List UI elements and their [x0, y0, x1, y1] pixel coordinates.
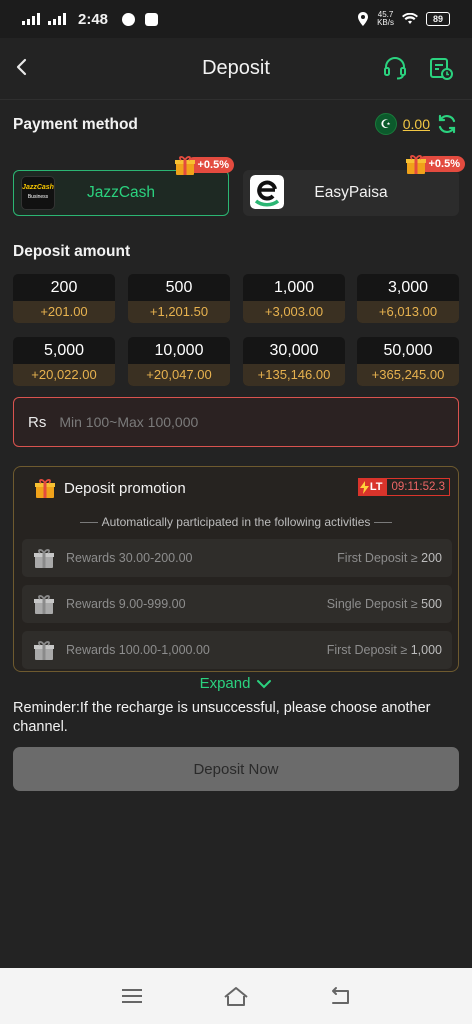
system-navigation-bar [0, 968, 472, 1024]
chevron-down-icon [257, 679, 272, 688]
promotion-row[interactable]: Rewards 100.00-1,000.00 First Deposit ≥ … [22, 631, 452, 669]
limited-time-tag: LT [357, 478, 387, 496]
location-icon [358, 12, 369, 26]
back-arrow-icon[interactable] [10, 54, 36, 80]
promotion-timer: LT 09:11:52.3 [357, 478, 450, 496]
reward-text: Rewards 30.00-200.00 [66, 551, 193, 565]
condition-text: First Deposit ≥ 1,000 [326, 643, 442, 657]
gift-icon [34, 595, 54, 614]
amount-option[interactable]: 3,000 +6,013.00 [357, 274, 459, 323]
bonus-badge: +0.5% [405, 153, 465, 175]
promotion-subtitle: Automatically participated in the follow… [14, 515, 458, 529]
amount-input[interactable] [59, 414, 420, 430]
reminder-text: Reminder:If the recharge is unsuccessful… [13, 700, 431, 735]
gift-icon [34, 549, 54, 568]
balance-display: ☪ 0.00 [374, 113, 458, 135]
menu-icon[interactable] [119, 983, 145, 1009]
gift-icon [174, 156, 195, 175]
amount-option[interactable]: 10,000 +20,047.00 [128, 337, 230, 386]
home-icon[interactable] [223, 983, 249, 1009]
amount-option[interactable]: 200 +201.00 [13, 274, 115, 323]
balance-value[interactable]: 0.00 [403, 116, 430, 132]
deposit-history-icon[interactable] [428, 55, 454, 81]
promotion-row[interactable]: Rewards 9.00-999.00 Single Deposit ≥ 500 [22, 585, 452, 623]
status-time: 2:48 [78, 10, 109, 28]
app-header: Deposit [0, 38, 472, 100]
amount-option[interactable]: 50,000 +365,245.00 [357, 337, 459, 386]
promotion-title: Deposit promotion [64, 479, 186, 497]
pakistan-flag-icon: ☪ [374, 113, 397, 135]
gift-icon [34, 641, 54, 660]
method-jazzcash[interactable]: JazzCash Business JazzCash +0.5% [13, 156, 234, 216]
signal-icon-2 [48, 13, 66, 25]
amount-option[interactable]: 1,000 +3,003.00 [243, 274, 345, 323]
lightning-icon [359, 480, 369, 494]
deposit-now-button[interactable]: Deposit Now [13, 747, 459, 791]
reward-text: Rewards 100.00-1,000.00 [66, 643, 210, 657]
amount-option[interactable]: 5,000 +20,022.00 [13, 337, 115, 386]
method-easypaisa[interactable]: EasyPaisa +0.5% [243, 155, 465, 216]
back-icon[interactable] [327, 983, 353, 1009]
condition-text: Single Deposit ≥ 500 [326, 597, 442, 611]
amount-option[interactable]: 500 +1,201.50 [128, 274, 230, 323]
gift-icon [405, 155, 426, 174]
reward-text: Rewards 9.00-999.00 [66, 597, 186, 611]
chrome-icon [122, 12, 136, 26]
currency-label: Rs [28, 413, 47, 431]
status-bar: 2:48 45.7 KB/s 89 [0, 0, 472, 38]
gift-icon [35, 479, 55, 498]
countdown: 09:11:52.3 [386, 478, 450, 496]
battery-icon: 89 [426, 12, 450, 26]
expand-button[interactable]: Expand [0, 675, 472, 692]
refresh-icon[interactable] [436, 113, 458, 135]
wifi-icon [402, 13, 418, 24]
deposit-promotion-panel: Deposit promotion LT 09:11:52.3 Automati… [13, 466, 459, 672]
amount-option[interactable]: 30,000 +135,146.00 [243, 337, 345, 386]
signal-icon [22, 13, 40, 25]
condition-text: First Deposit ≥ 200 [337, 551, 442, 565]
expand-label: Expand [199, 675, 251, 692]
promotion-row[interactable]: Rewards 30.00-200.00 First Deposit ≥ 200 [22, 539, 452, 577]
amount-input-box[interactable]: Rs [13, 397, 459, 447]
customer-service-icon[interactable] [382, 55, 408, 81]
bonus-badge: +0.5% [174, 154, 234, 176]
jazzcash-logo: JazzCash Business [21, 176, 55, 210]
payment-method-label: Payment method [13, 116, 138, 133]
deposit-amount-label: Deposit amount [13, 243, 131, 260]
network-speed: 45.7 KB/s [377, 10, 394, 27]
app-notification-icon [145, 12, 159, 26]
easypaisa-logo [250, 175, 284, 209]
